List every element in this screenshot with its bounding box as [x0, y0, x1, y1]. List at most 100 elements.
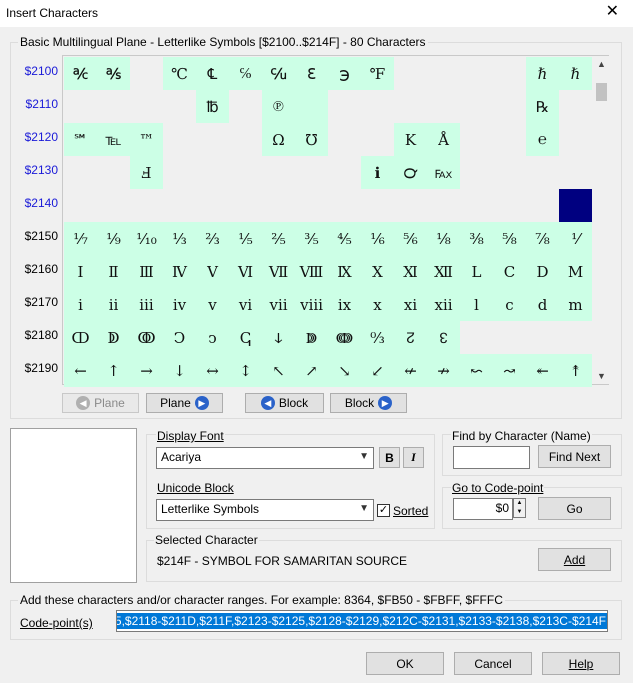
char-cell[interactable] — [196, 189, 229, 222]
char-cell[interactable]: ℹ — [361, 156, 394, 189]
char-cell[interactable]: ℺ — [394, 156, 427, 189]
char-cell[interactable]: ⅝ — [493, 222, 526, 255]
prev-plane-button[interactable]: ◀ Plane — [62, 393, 139, 413]
char-cell[interactable] — [460, 189, 493, 222]
char-cell[interactable] — [196, 156, 229, 189]
char-cell[interactable]: ↂ — [130, 321, 163, 354]
char-cell[interactable] — [559, 321, 592, 354]
char-cell[interactable]: ℏ — [559, 57, 592, 90]
char-cell[interactable] — [559, 123, 592, 156]
char-cell[interactable]: ⅖ — [262, 222, 295, 255]
char-cell[interactable] — [427, 189, 460, 222]
char-cell[interactable]: Ⅾ — [526, 255, 559, 288]
char-cell[interactable]: ℄ — [196, 57, 229, 90]
char-cell[interactable] — [64, 156, 97, 189]
go-button[interactable]: Go — [538, 497, 611, 520]
char-cell[interactable]: ℀ — [64, 57, 97, 90]
char-cell[interactable] — [460, 156, 493, 189]
char-cell[interactable]: ℇ — [295, 57, 328, 90]
char-cell[interactable] — [361, 90, 394, 123]
char-cell[interactable]: ⅼ — [460, 288, 493, 321]
char-cell[interactable]: ⅜ — [460, 222, 493, 255]
char-cell[interactable] — [493, 156, 526, 189]
char-cell[interactable]: Ↄ — [163, 321, 196, 354]
char-cell[interactable] — [361, 189, 394, 222]
char-cell[interactable] — [493, 189, 526, 222]
char-cell[interactable]: ⅰ — [64, 288, 97, 321]
char-cell[interactable]: ↗ — [295, 354, 328, 387]
add-button[interactable]: Add — [538, 548, 611, 571]
char-cell[interactable] — [229, 123, 262, 156]
char-cell[interactable]: ↓ — [163, 354, 196, 387]
char-cell[interactable]: ↉ — [361, 321, 394, 354]
codepoint-spinner[interactable]: ▲ ▼ — [513, 498, 526, 518]
char-cell[interactable]: ⅘ — [328, 222, 361, 255]
char-cell[interactable]: ⅳ — [163, 288, 196, 321]
char-cell[interactable] — [460, 90, 493, 123]
char-cell[interactable]: ⅱ — [97, 288, 130, 321]
char-cell[interactable] — [328, 156, 361, 189]
char-cell[interactable] — [394, 189, 427, 222]
char-cell[interactable] — [493, 321, 526, 354]
char-cell[interactable]: ℅ — [229, 57, 262, 90]
char-cell[interactable] — [361, 123, 394, 156]
char-cell[interactable] — [328, 123, 361, 156]
scroll-down-icon[interactable]: ▼ — [594, 368, 609, 384]
scroll-thumb[interactable] — [596, 83, 607, 101]
char-cell[interactable]: ⅽ — [493, 288, 526, 321]
display-font-select[interactable]: Acariya ▼ — [156, 447, 374, 469]
character-grid[interactable]: ℀ ℁ ℃ ℄ ℅ ℆ ℇ ℈ ℉ ℏ ℏ ℔ ℗ ℞ ℠ ℡ ™ Ω ℧ K Å ℮ Ⅎℹ ℺ ℻ ⅐ ⅑ ⅒ ⅓ ⅔ ⅕ ⅖ ⅗ ⅘ ⅙ ⅚ ⅛ ⅜ ⅝… — [62, 55, 609, 387]
char-cell[interactable] — [460, 57, 493, 90]
italic-button[interactable]: I — [403, 447, 424, 468]
char-cell[interactable]: Ⅽ — [493, 255, 526, 288]
char-cell[interactable]: ⅴ — [196, 288, 229, 321]
char-cell[interactable] — [559, 189, 592, 222]
char-cell[interactable]: ↔ — [196, 354, 229, 387]
char-cell[interactable]: Ⅺ — [394, 255, 427, 288]
char-cell[interactable]: ↇ — [295, 321, 328, 354]
char-cell[interactable]: ⅟ — [559, 222, 592, 255]
char-cell[interactable]: Ⅷ — [295, 255, 328, 288]
char-cell[interactable] — [163, 90, 196, 123]
char-cell[interactable]: Ⅿ — [559, 255, 592, 288]
char-cell[interactable]: ↄ — [196, 321, 229, 354]
char-cell[interactable]: ⅚ — [394, 222, 427, 255]
char-cell[interactable]: Ⅹ — [361, 255, 394, 288]
char-cell[interactable]: ⅷ — [295, 288, 328, 321]
char-cell[interactable]: ℉ — [361, 57, 394, 90]
char-cell[interactable]: ↝ — [493, 354, 526, 387]
unicode-block-select[interactable]: Letterlike Symbols ▼ — [156, 499, 374, 521]
char-cell[interactable]: Ⅼ — [460, 255, 493, 288]
char-cell[interactable]: ↚ — [394, 354, 427, 387]
char-cell[interactable]: ℁ — [97, 57, 130, 90]
help-button[interactable]: Help — [542, 652, 620, 675]
char-cell[interactable]: ↊ — [394, 321, 427, 354]
char-cell[interactable]: ↑ — [97, 354, 130, 387]
char-cell[interactable] — [559, 156, 592, 189]
char-cell[interactable] — [262, 156, 295, 189]
char-cell[interactable] — [196, 123, 229, 156]
char-cell[interactable]: ↙ — [361, 354, 394, 387]
char-cell[interactable]: ℻ — [427, 156, 460, 189]
char-cell[interactable]: Ⅰ — [64, 255, 97, 288]
char-cell[interactable] — [130, 90, 163, 123]
char-cell[interactable]: ™ — [130, 123, 163, 156]
char-cell[interactable]: ⅺ — [394, 288, 427, 321]
char-cell[interactable] — [328, 90, 361, 123]
char-cell[interactable]: ⅓ — [163, 222, 196, 255]
char-cell[interactable]: Ⅎ — [130, 156, 163, 189]
char-cell[interactable]: ↘ — [328, 354, 361, 387]
char-cell[interactable] — [97, 189, 130, 222]
char-cell[interactable]: ℮ — [526, 123, 559, 156]
char-cell[interactable]: ← — [64, 354, 97, 387]
grid-scrollbar[interactable]: ▲ ▼ — [594, 56, 609, 384]
spin-up-icon[interactable]: ▲ — [514, 499, 525, 508]
char-cell[interactable] — [460, 321, 493, 354]
char-cell[interactable]: ℆ — [262, 57, 295, 90]
char-cell[interactable]: ℡ — [97, 123, 130, 156]
char-cell[interactable] — [526, 189, 559, 222]
char-cell[interactable]: ℈ — [328, 57, 361, 90]
cancel-button[interactable]: Cancel — [454, 652, 532, 675]
char-cell[interactable]: Ⅻ — [427, 255, 460, 288]
char-cell[interactable] — [97, 90, 130, 123]
